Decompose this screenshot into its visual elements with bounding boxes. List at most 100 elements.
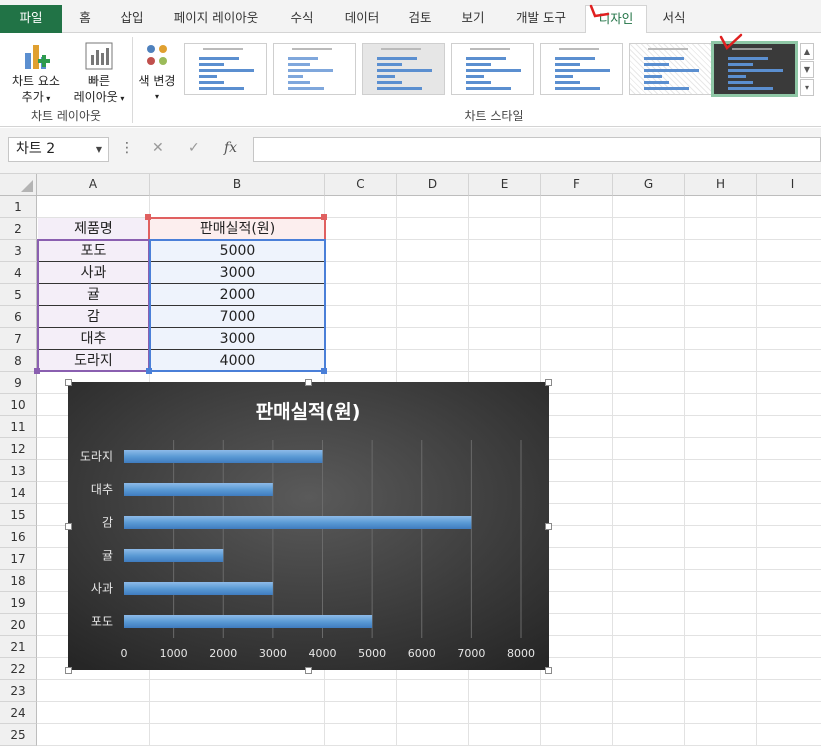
tab-data[interactable]: 데이터 bbox=[338, 5, 386, 33]
tab-review[interactable]: 검토 bbox=[401, 5, 439, 33]
chart-style-1[interactable] bbox=[184, 43, 267, 95]
gallery-more-icon[interactable]: ▾ bbox=[800, 79, 814, 96]
row-header[interactable]: 13 bbox=[0, 460, 37, 482]
row-header[interactable]: 22 bbox=[0, 658, 37, 680]
chart-resize-handle[interactable] bbox=[545, 523, 552, 530]
chart-resize-handle[interactable] bbox=[305, 667, 312, 674]
column-header-a[interactable]: A bbox=[37, 174, 150, 196]
row-header[interactable]: 15 bbox=[0, 504, 37, 526]
range-handle[interactable] bbox=[34, 368, 40, 374]
chart-style-4[interactable] bbox=[451, 43, 534, 95]
chart-style-6[interactable] bbox=[629, 43, 712, 95]
scroll-down-icon[interactable]: ▼ bbox=[800, 61, 814, 78]
row-header[interactable]: 18 bbox=[0, 570, 37, 592]
tab-page-layout[interactable]: 페이지 레이아웃 bbox=[166, 5, 266, 33]
range-handle[interactable] bbox=[321, 214, 327, 220]
row-header[interactable]: 3 bbox=[0, 240, 37, 262]
excel-window: 파일 홈 삽입 페이지 레이아웃 수식 데이터 검토 보기 개발 도구 디자인 … bbox=[0, 0, 821, 746]
color-palette-icon bbox=[147, 45, 167, 65]
row-header[interactable]: 7 bbox=[0, 328, 37, 350]
chart-resize-handle[interactable] bbox=[545, 667, 552, 674]
column-header-e[interactable]: E bbox=[469, 174, 541, 196]
chart-bar[interactable] bbox=[124, 549, 224, 562]
change-colors-button[interactable]: 색 변경 ▾ bbox=[134, 39, 180, 111]
quick-layout-label-1: 빠른 bbox=[87, 74, 111, 88]
chart-resize-handle[interactable] bbox=[65, 379, 72, 386]
chart-object[interactable]: 판매실적(원) 포도 사과 귤 감 대추 도라지 0 1000 2000 3000 4000 500… bbox=[68, 382, 549, 670]
tab-home[interactable]: 홈 bbox=[70, 5, 100, 33]
column-header-h[interactable]: H bbox=[685, 174, 757, 196]
chart-style-2[interactable] bbox=[273, 43, 356, 95]
row-header[interactable]: 19 bbox=[0, 592, 37, 614]
x-tick-label: 2000 bbox=[209, 647, 237, 660]
row-header[interactable]: 17 bbox=[0, 548, 37, 570]
chart-bar[interactable] bbox=[124, 450, 323, 463]
row-header[interactable]: 1 bbox=[0, 196, 37, 218]
row-header[interactable]: 4 bbox=[0, 262, 37, 284]
scroll-up-icon[interactable]: ▲ bbox=[800, 43, 814, 60]
row-header[interactable]: 25 bbox=[0, 724, 37, 746]
select-all-corner[interactable] bbox=[0, 174, 37, 196]
quick-layout-button[interactable]: 빠른 레이아웃 ▾ bbox=[72, 39, 126, 111]
x-tick-label: 7000 bbox=[457, 647, 485, 660]
row-header[interactable]: 16 bbox=[0, 526, 37, 548]
row-header[interactable]: 5 bbox=[0, 284, 37, 306]
column-header-f[interactable]: F bbox=[541, 174, 613, 196]
row-header[interactable]: 20 bbox=[0, 614, 37, 636]
header-product-name[interactable]: 제품명 bbox=[38, 218, 149, 240]
chevron-down-icon[interactable]: ▼ bbox=[96, 138, 102, 161]
column-header-d[interactable]: D bbox=[397, 174, 469, 196]
bar-chart: 판매실적(원) 포도 사과 귤 감 대추 도라지 0 1000 2000 3000 4000 500… bbox=[68, 382, 549, 670]
chart-resize-handle[interactable] bbox=[305, 379, 312, 386]
tab-file[interactable]: 파일 bbox=[0, 5, 62, 33]
tab-format[interactable]: 서식 bbox=[655, 5, 693, 33]
column-header-b[interactable]: B bbox=[150, 174, 325, 196]
chart-bar[interactable] bbox=[124, 516, 472, 529]
x-tick-label: 6000 bbox=[408, 647, 436, 660]
column-header-g[interactable]: G bbox=[613, 174, 685, 196]
y-category-label: 사과 bbox=[91, 582, 113, 596]
chart-resize-handle[interactable] bbox=[545, 379, 552, 386]
row-header[interactable]: 10 bbox=[0, 394, 37, 416]
group-label-chart-styles: 차트 스타일 bbox=[464, 109, 524, 123]
insert-function-icon[interactable]: fx bbox=[224, 140, 237, 156]
name-box-value: 차트 2 bbox=[16, 141, 56, 157]
row-header[interactable]: 8 bbox=[0, 350, 37, 372]
x-tick-label: 4000 bbox=[309, 647, 337, 660]
row-header[interactable]: 2 bbox=[0, 218, 37, 240]
row-header[interactable]: 24 bbox=[0, 702, 37, 724]
column-header-i[interactable]: I bbox=[757, 174, 821, 196]
row-header[interactable]: 9 bbox=[0, 372, 37, 394]
name-box[interactable]: 차트 2 ▼ bbox=[8, 137, 109, 162]
chart-bar[interactable] bbox=[124, 582, 273, 595]
range-handle[interactable] bbox=[145, 214, 151, 220]
more-options-icon[interactable]: ⋮ bbox=[120, 140, 134, 156]
column-header-c[interactable]: C bbox=[325, 174, 397, 196]
tab-formulas[interactable]: 수식 bbox=[283, 5, 321, 33]
chart-resize-handle[interactable] bbox=[65, 667, 72, 674]
row-header[interactable]: 6 bbox=[0, 306, 37, 328]
range-handle[interactable] bbox=[321, 368, 327, 374]
cancel-icon[interactable]: ✕ bbox=[152, 140, 164, 156]
chart-style-3[interactable] bbox=[362, 43, 445, 95]
add-chart-element-button[interactable]: 차트 요소 추가 ▾ bbox=[4, 39, 68, 111]
row-header[interactable]: 23 bbox=[0, 680, 37, 702]
row-header[interactable]: 21 bbox=[0, 636, 37, 658]
chart-title[interactable]: 판매실적(원) bbox=[256, 401, 361, 423]
add-chart-element-label-2: 추가 bbox=[21, 90, 44, 104]
range-handle[interactable] bbox=[146, 368, 152, 374]
row-header[interactable]: 12 bbox=[0, 438, 37, 460]
tab-insert[interactable]: 삽입 bbox=[112, 5, 152, 33]
formula-input[interactable] bbox=[253, 137, 821, 162]
chart-resize-handle[interactable] bbox=[65, 523, 72, 530]
chart-bar[interactable] bbox=[124, 483, 273, 496]
enter-check-icon[interactable]: ✓ bbox=[188, 140, 200, 156]
chart-bar[interactable] bbox=[124, 615, 373, 628]
gridline-vertical bbox=[684, 196, 685, 746]
tab-view[interactable]: 보기 bbox=[454, 5, 492, 33]
tab-developer[interactable]: 개발 도구 bbox=[507, 5, 575, 33]
y-category-label: 포도 bbox=[91, 615, 113, 629]
chart-style-5[interactable] bbox=[540, 43, 623, 95]
row-header[interactable]: 11 bbox=[0, 416, 37, 438]
row-header[interactable]: 14 bbox=[0, 482, 37, 504]
